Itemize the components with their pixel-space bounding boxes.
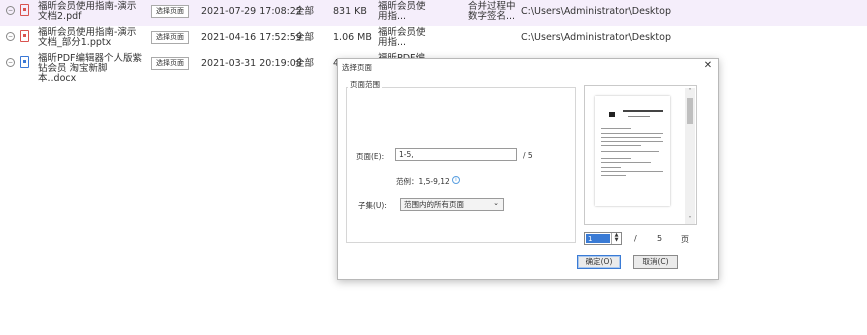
example-text: 范例：1,5-9,12: [396, 177, 450, 186]
page-range: 全部: [295, 32, 315, 43]
select-pages-button[interactable]: 选择页面: [151, 57, 189, 70]
preview-doc-title: [623, 110, 663, 112]
remove-icon[interactable]: −: [6, 58, 15, 67]
pdf-file-icon: [20, 4, 29, 16]
chevron-down-icon: ⌄: [493, 199, 499, 207]
table-row[interactable]: − 福昕会员使用指南-演示文档_部分1.pptx 选择页面 2021-04-16 17…: [0, 26, 867, 52]
page-number-stepper[interactable]: ▲▼: [584, 232, 622, 245]
doc-title: 福昕会员使用指...: [378, 1, 426, 22]
page-range: 全部: [295, 6, 315, 17]
preview-scrollbar[interactable]: ˄ ˅: [685, 88, 695, 224]
file-name: 福昕PDF编辑器个人版紫钻会员 淘宝新脚本..docx: [38, 53, 143, 84]
page-unit: 页: [681, 235, 689, 244]
preview-text-line: [601, 128, 631, 129]
preview-text-line: [601, 137, 661, 138]
file-name: 福昕会员使用指南-演示文档2.pdf: [38, 1, 137, 22]
remove-icon[interactable]: −: [6, 6, 15, 15]
preview-page-thumbnail: [595, 96, 670, 206]
dialog-title: 选择页面: [342, 63, 372, 72]
preview-text-line: [601, 175, 626, 176]
ok-button[interactable]: 确定(O): [577, 255, 621, 269]
table-row[interactable]: − 福昕会员使用指南-演示文档2.pdf 选择页面 2021-07-29 17:08:…: [0, 0, 867, 26]
preview-text-line: [601, 151, 659, 152]
doc-subject: 合并过程中数字签名...: [468, 1, 516, 22]
preview-text-line: [601, 145, 641, 146]
preview-text-line: [601, 133, 663, 134]
page-range: 全部: [295, 58, 315, 69]
page-range-group: 页面(E): 1-5, / 5 范例：1,5-9,12 i 子集(U): 范围内…: [346, 87, 576, 243]
select-pages-dialog: 选择页面 ✕ 页面(E): 1-5, / 5 范例：1,5-9,12 i 子集(…: [337, 58, 719, 280]
modified-date: 2021-07-29 17:08:22: [201, 6, 302, 17]
remove-icon[interactable]: −: [6, 32, 15, 41]
modified-date: 2021-04-16 17:52:59: [201, 32, 302, 43]
pages-input[interactable]: 1-5,: [395, 148, 517, 161]
subset-select[interactable]: 范围内的所有页面 ⌄: [400, 198, 504, 211]
file-path: C:\Users\Administrator\Desktop: [521, 32, 671, 43]
preview-text-line: [601, 158, 631, 159]
app-window: − 福昕会员使用指南-演示文档2.pdf 选择页面 2021-07-29 17:08:…: [0, 0, 867, 335]
select-pages-button[interactable]: 选择页面: [151, 5, 189, 18]
pages-label: 页面(E):: [356, 152, 385, 161]
subset-value: 范围内的所有页面: [404, 200, 464, 209]
close-icon[interactable]: ✕: [702, 60, 714, 72]
total-pages: / 5: [523, 151, 533, 160]
page-range-group-title: 页面范围: [348, 79, 382, 90]
info-icon[interactable]: i: [452, 176, 460, 184]
file-size: 1.06 MB: [333, 32, 372, 43]
file-name: 福昕会员使用指南-演示文档_部分1.pptx: [38, 27, 137, 48]
chevron-down-icon[interactable]: ˅: [685, 216, 695, 224]
scroll-thumb[interactable]: [687, 98, 693, 124]
subset-label: 子集(U):: [358, 201, 387, 210]
preview-text-line: [601, 141, 663, 142]
preview-doc-subtitle: [628, 116, 650, 117]
stepper-arrows-icon[interactable]: ▲ ▼: [611, 233, 621, 244]
word-file-icon: [20, 56, 29, 68]
select-pages-button[interactable]: 选择页面: [151, 31, 189, 44]
preview-text-line: [601, 162, 651, 163]
page-preview: ˄ ˅: [584, 85, 697, 225]
foxit-logo-icon: [609, 112, 615, 117]
preview-text-line: [601, 171, 663, 172]
pdf-file-icon: [20, 30, 29, 42]
page-total: 5: [657, 234, 663, 243]
page-slash: /: [634, 234, 637, 243]
file-size: 831 KB: [333, 6, 367, 17]
file-path: C:\Users\Administrator\Desktop: [521, 6, 671, 17]
cancel-button[interactable]: 取消(C): [633, 255, 678, 269]
page-number-input[interactable]: [586, 234, 610, 243]
modified-date: 2021-03-31 20:19:08: [201, 58, 302, 69]
chevron-up-icon[interactable]: ˄: [685, 88, 695, 96]
preview-text-line: [601, 167, 621, 168]
doc-title: 福昕会员使用指...: [378, 27, 426, 48]
